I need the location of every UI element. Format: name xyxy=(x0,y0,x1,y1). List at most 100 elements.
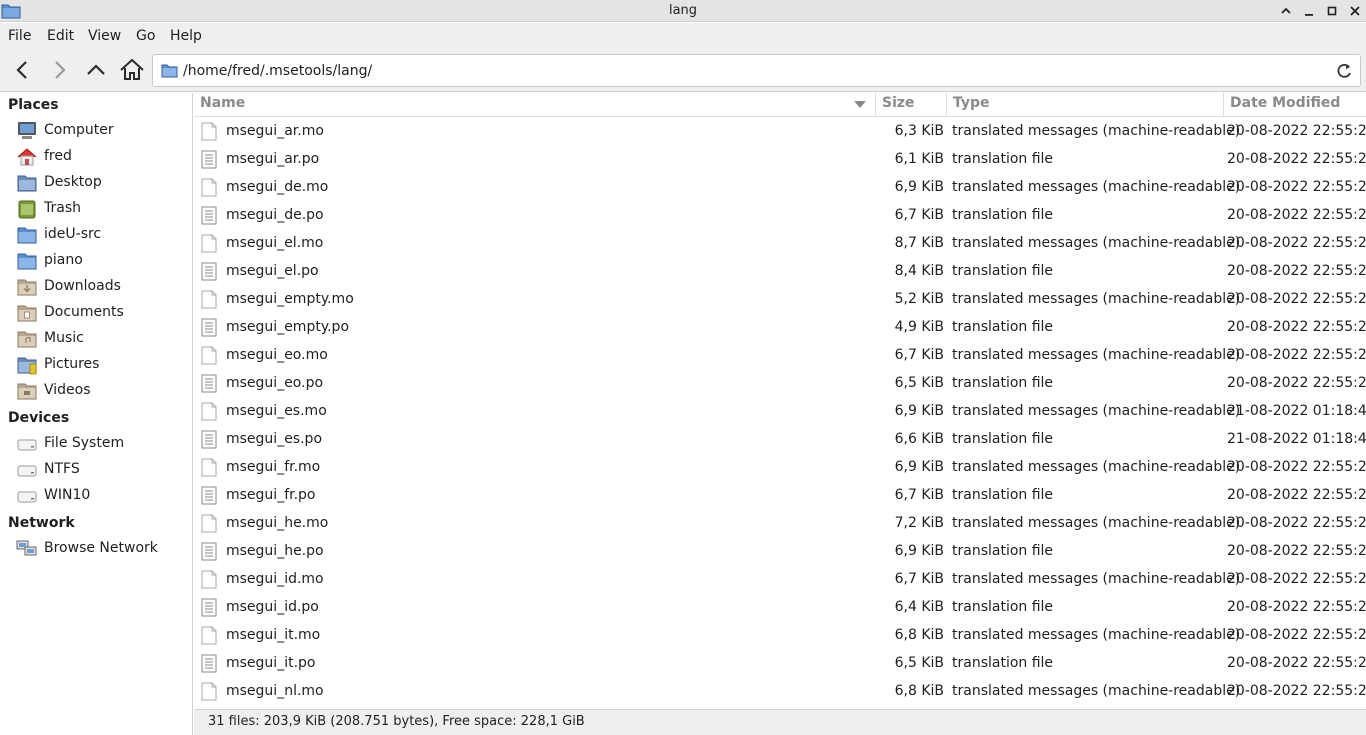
table-row[interactable]: msegui_de.mo 6,9 KiB translated messages (… xyxy=(194,173,1366,201)
back-button[interactable] xyxy=(10,57,36,83)
file-size: 6,7 KiB xyxy=(894,487,944,503)
table-row[interactable]: msegui_ar.po 6,1 KiB translation file 20-08… xyxy=(194,145,1366,173)
file-type: translation file xyxy=(952,263,1054,279)
menu-bar: File Edit View Go Help xyxy=(0,23,1366,49)
file-size: 6,5 KiB xyxy=(894,655,944,671)
table-row[interactable]: msegui_it.mo 6,8 KiB translated messages (… xyxy=(194,621,1366,649)
title-bar: lang xyxy=(0,0,1366,22)
column-header-date-modified[interactable]: Date Modified xyxy=(1224,93,1366,117)
sidebar-item-desktop[interactable]: Desktop xyxy=(16,170,191,196)
home-button[interactable] xyxy=(119,57,145,83)
sidebar-item-label: Computer xyxy=(44,122,114,138)
minimize-button[interactable] xyxy=(1301,3,1317,19)
sidebar-item-computer[interactable]: Computer xyxy=(16,118,191,144)
file-size: 8,7 KiB xyxy=(894,235,944,251)
table-row[interactable]: msegui_eo.po 6,5 KiB translation file 20-08… xyxy=(194,369,1366,397)
menu-help[interactable]: Help xyxy=(170,28,202,44)
menu-edit[interactable]: Edit xyxy=(47,28,74,44)
column-header-type[interactable]: Type xyxy=(947,93,1224,117)
sidebar-item-label: Music xyxy=(44,330,84,346)
file-size: 6,5 KiB xyxy=(894,375,944,391)
file-type: translated messages (machine-readable) xyxy=(952,179,1241,195)
file-date-modified: 20-08-2022 22:55:29 xyxy=(1227,319,1366,335)
table-row[interactable]: msegui_eo.mo 6,7 KiB translated messages (… xyxy=(194,341,1366,369)
sidebar-item-music[interactable]: Music xyxy=(16,326,191,352)
file-size: 6,9 KiB xyxy=(894,459,944,475)
table-row[interactable]: msegui_fr.po 6,7 KiB translation file 20-08… xyxy=(194,481,1366,509)
column-header-label: Name xyxy=(200,95,246,111)
file-size: 7,2 KiB xyxy=(894,515,944,531)
file-size: 6,7 KiB xyxy=(894,347,944,363)
sidebar-item-ideu-src[interactable]: ideU-src xyxy=(16,222,191,248)
sidebar-item-label: Documents xyxy=(44,304,124,320)
sidebar-item-label: Downloads xyxy=(44,278,121,294)
sidebar-item-fred[interactable]: fred xyxy=(16,144,191,170)
devices-header: Devices xyxy=(8,410,70,426)
file-date-modified: 20-08-2022 22:55:28 xyxy=(1227,347,1366,363)
menu-view[interactable]: View xyxy=(88,28,121,44)
file-date-modified: 20-08-2022 22:55:29 xyxy=(1227,487,1366,503)
sidebar-item-win10[interactable]: WIN10 xyxy=(16,483,191,509)
drive-icon xyxy=(17,491,37,503)
file-name: msegui_he.po xyxy=(226,543,324,559)
file-type: translated messages (machine-readable) xyxy=(952,683,1241,699)
file-date-modified: 20-08-2022 22:55:29 xyxy=(1227,543,1366,559)
sidebar-item-label: Videos xyxy=(44,382,91,398)
file-type: translation file xyxy=(952,151,1054,167)
file-size: 6,6 KiB xyxy=(894,431,944,447)
table-row[interactable]: msegui_he.mo 7,2 KiB translated messages (… xyxy=(194,509,1366,537)
table-row[interactable]: msegui_fr.mo 6,9 KiB translated messages (… xyxy=(194,453,1366,481)
table-row[interactable]: msegui_empty.mo 5,2 KiB translated message… xyxy=(194,285,1366,313)
table-row[interactable]: msegui_es.mo 6,9 KiB translated messages (… xyxy=(194,397,1366,425)
status-text: 31 files: 203,9 KiB (208.751 bytes), Fre… xyxy=(208,714,585,729)
table-row[interactable]: msegui_id.po 6,4 KiB translation file 20-08… xyxy=(194,593,1366,621)
file-date-modified: 20-08-2022 22:55:28 xyxy=(1227,291,1366,307)
table-row[interactable]: msegui_id.mo 6,7 KiB translated messages (… xyxy=(194,565,1366,593)
table-row[interactable]: msegui_empty.po 4,9 KiB translation file 20… xyxy=(194,313,1366,341)
forward-button[interactable] xyxy=(46,57,72,83)
sidebar-item-ntfs[interactable]: NTFS xyxy=(16,457,191,483)
file-size: 6,1 KiB xyxy=(894,151,944,167)
table-row[interactable]: msegui_es.po 6,6 KiB translation file 21-08… xyxy=(194,425,1366,453)
sort-descending-icon xyxy=(854,101,866,108)
sidebar-item-file-system[interactable]: File System xyxy=(16,431,191,457)
sidebar-item-browse-network[interactable]: Browse Network xyxy=(16,536,191,562)
status-bar: 31 files: 203,9 KiB (208.751 bytes), Fre… xyxy=(194,709,1366,735)
menu-go[interactable]: Go xyxy=(136,28,155,44)
sidebar-item-documents[interactable]: Documents xyxy=(16,300,191,326)
table-row[interactable]: msegui_el.po 8,4 KiB translation file 20-08… xyxy=(194,257,1366,285)
maximize-up-icon[interactable] xyxy=(1278,3,1294,19)
file-date-modified: 20-08-2022 22:55:29 xyxy=(1227,151,1366,167)
file-name: msegui_empty.mo xyxy=(226,291,354,307)
table-row[interactable]: msegui_it.po 6,5 KiB translation file 20-08… xyxy=(194,649,1366,677)
column-header-size[interactable]: Size xyxy=(876,93,947,117)
file-type: translation file xyxy=(952,543,1054,559)
sidebar-item-downloads[interactable]: Downloads xyxy=(16,274,191,300)
table-row[interactable]: msegui_nl.mo 6,8 KiB translated messages (… xyxy=(194,677,1366,705)
column-header-name[interactable]: Name xyxy=(194,93,876,117)
table-row[interactable]: msegui_he.po 6,9 KiB translation file 20-08… xyxy=(194,537,1366,565)
sidebar-item-videos[interactable]: Videos xyxy=(16,378,191,404)
sidebar-item-pictures[interactable]: Pictures xyxy=(16,352,191,378)
binary-file-icon xyxy=(201,514,217,533)
path-input[interactable] xyxy=(183,60,1323,82)
music-folder-icon xyxy=(17,331,37,348)
folder-icon xyxy=(161,64,178,78)
column-header-label: Date Modified xyxy=(1230,95,1341,111)
close-button[interactable] xyxy=(1347,3,1363,19)
location-bar xyxy=(152,54,1361,87)
table-row[interactable]: msegui_ar.mo 6,3 KiB translated messages (… xyxy=(194,117,1366,145)
up-button[interactable] xyxy=(83,57,109,83)
file-size: 6,4 KiB xyxy=(894,599,944,615)
file-name: msegui_empty.po xyxy=(226,319,350,335)
sidebar-item-piano[interactable]: piano xyxy=(16,248,191,274)
menu-file[interactable]: File xyxy=(8,28,31,44)
file-name: msegui_eo.mo xyxy=(226,347,328,363)
table-row[interactable]: msegui_el.mo 8,7 KiB translated messages (… xyxy=(194,229,1366,257)
file-date-modified: 20-08-2022 22:55:28 xyxy=(1227,459,1366,475)
maximize-button[interactable] xyxy=(1324,3,1340,19)
drive-icon xyxy=(17,465,37,477)
table-row[interactable]: msegui_de.po 6,7 KiB translation file 20-08… xyxy=(194,201,1366,229)
reload-icon[interactable] xyxy=(1334,61,1354,81)
sidebar-item-trash[interactable]: Trash xyxy=(16,196,191,222)
